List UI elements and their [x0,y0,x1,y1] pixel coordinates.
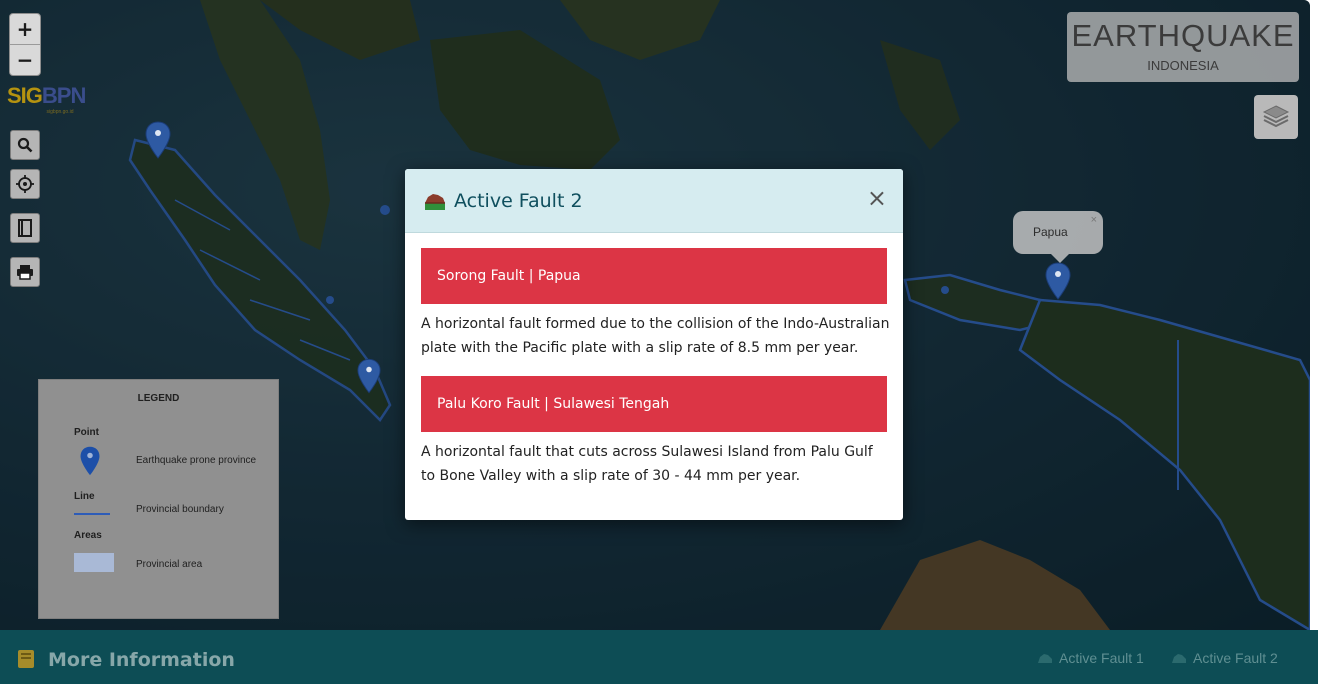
fault-description-sorong: A horizontal fault formed due to the col… [421,316,890,356]
app-brand: EARTHQUAKE INDONESIA [1067,12,1299,82]
fault-icon [425,194,445,210]
more-information-label[interactable]: More Information [48,649,235,671]
active-fault-2-link[interactable]: Active Fault 2 [1171,650,1278,666]
legend-line-desc: Provincial boundary [136,504,224,515]
popup-label: Papua [1033,225,1068,239]
map-popup: Papua × [1013,211,1103,263]
legend-point-desc: Earthquake prone province [136,455,257,466]
search-icon [17,137,33,153]
logo-subtitle: sigbpn.go.id [46,109,74,115]
zoom-control: + − [9,13,41,76]
fault-description-palu-koro: A horizontal fault that cuts across Sula… [421,444,873,484]
locate-button[interactable] [10,169,40,199]
modal-title: Active Fault 2 [454,190,583,212]
crosshair-icon [16,175,34,193]
fault-heading-palu-koro: Palu Koro Fault | Sulawesi Tengah [421,376,887,432]
logo-part2: BPN [41,83,86,108]
active-fault-1-label: Active Fault 1 [1059,650,1144,666]
legend-pin-icon [80,446,100,476]
legend-title: LEGEND [137,393,180,404]
bookmark-icon [18,219,32,237]
legend-area-swatch [74,553,114,572]
brand-title: EARTHQUAKE [1071,18,1295,53]
zoom-in-button[interactable]: + [10,14,40,44]
bookmark-button[interactable] [10,213,40,243]
print-button[interactable] [10,257,40,287]
layers-icon [1262,105,1290,128]
search-button[interactable] [10,130,40,160]
sigbpn-logo: SIGBPN [7,83,86,109]
active-fault-1-link[interactable]: Active Fault 1 [1037,650,1144,666]
map-legend: LEGEND Point Earthquake prone province L… [38,379,279,619]
active-fault-modal: Active Fault 2 × Sorong Fault | Papua A … [405,169,903,520]
fault-icon [1172,654,1186,663]
modal-close-button[interactable]: × [867,186,887,210]
zoom-out-button[interactable]: − [10,44,40,75]
popup-close-button[interactable]: × [1091,214,1097,226]
legend-line-swatch [74,513,110,515]
legend-point-label: Point [74,427,99,438]
map-pin-aceh[interactable] [145,121,171,159]
book-icon [18,650,34,668]
modal-header: Active Fault 2 × [405,169,903,233]
map-pin-papua[interactable] [1045,262,1071,300]
bottom-bar: More Information Active Fault 1 Active F… [0,630,1318,684]
fault-icon [1038,654,1052,663]
print-icon [17,265,33,280]
map-pin-bengkulu[interactable] [357,358,381,394]
layers-button[interactable] [1254,95,1298,139]
legend-line-label: Line [74,491,95,502]
active-fault-2-label: Active Fault 2 [1193,650,1278,666]
fault-heading-sorong: Sorong Fault | Papua [421,248,887,304]
legend-areas-label: Areas [74,530,102,541]
legend-areas-desc: Provincial area [136,559,203,570]
brand-subtitle: INDONESIA [1147,58,1219,73]
logo-part1: SIG [7,83,43,108]
